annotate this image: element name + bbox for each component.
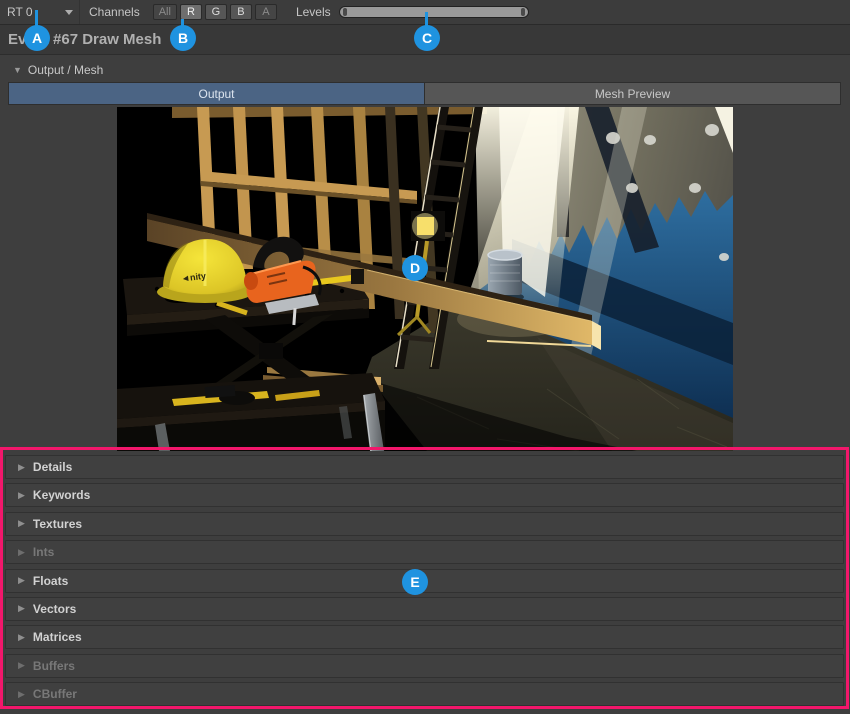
- section-label: Textures: [33, 517, 82, 531]
- toolbar: RT 0 Channels All R G B A Levels: [0, 0, 850, 25]
- render-target-dropdown[interactable]: RT 0: [0, 0, 80, 24]
- levels-slider-max-handle[interactable]: [521, 8, 525, 16]
- preview-tab-bar: Output Mesh Preview: [8, 82, 841, 105]
- channel-button-g[interactable]: G: [205, 4, 227, 20]
- output-mesh-foldout[interactable]: ▼ Output / Mesh: [0, 60, 850, 80]
- render-target-value: RT 0: [7, 5, 33, 19]
- section-cbuffer: ▶ CBuffer: [5, 682, 844, 706]
- output-mesh-foldout-label: Output / Mesh: [28, 63, 103, 77]
- levels-minmax-slider[interactable]: [339, 6, 529, 18]
- section-label: Ints: [33, 545, 54, 559]
- section-details[interactable]: ▶ Details: [5, 455, 844, 479]
- foldout-collapsed-icon: ▶: [18, 463, 25, 472]
- levels-slider-min-handle[interactable]: [343, 8, 347, 16]
- channel-button-all[interactable]: All: [153, 4, 177, 20]
- shader-property-sections: ▶ Details ▶ Keywords ▶ Textures ▶ Ints ▶ Floa…: [5, 455, 844, 711]
- section-keywords[interactable]: ▶ Keywords: [5, 483, 844, 507]
- section-buffers: ▶ Buffers: [5, 654, 844, 678]
- section-floats[interactable]: ▶ Floats: [5, 569, 844, 593]
- section-label: Buffers: [33, 659, 75, 673]
- event-title: Event #67 Draw Mesh: [0, 25, 850, 54]
- section-matrices[interactable]: ▶ Matrices: [5, 625, 844, 649]
- section-label: Matrices: [33, 630, 82, 644]
- foldout-collapsed-icon: ▶: [18, 491, 25, 500]
- foldout-collapsed-icon: ▶: [18, 661, 25, 670]
- foldout-collapsed-icon: ▶: [18, 690, 25, 699]
- channels-label: Channels: [89, 5, 140, 19]
- foldout-collapsed-icon: ▶: [18, 633, 25, 642]
- section-label: Floats: [33, 574, 68, 588]
- channel-button-a[interactable]: A: [255, 4, 277, 20]
- section-label: Keywords: [33, 488, 90, 502]
- section-textures[interactable]: ▶ Textures: [5, 512, 844, 536]
- foldout-collapsed-icon: ▶: [18, 519, 25, 528]
- section-label: CBuffer: [33, 687, 77, 701]
- chevron-down-icon: [65, 10, 73, 15]
- channel-button-b[interactable]: B: [230, 4, 252, 20]
- section-vectors[interactable]: ▶ Vectors: [5, 597, 844, 621]
- tab-mesh-preview[interactable]: Mesh Preview: [425, 83, 840, 104]
- foldout-collapsed-icon: ▶: [18, 576, 25, 585]
- section-ints: ▶ Ints: [5, 540, 844, 564]
- foldout-collapsed-icon: ▶: [18, 604, 25, 613]
- tab-output[interactable]: Output: [9, 83, 424, 104]
- levels-label: Levels: [296, 5, 331, 19]
- section-label: Details: [33, 460, 72, 474]
- section-label: Vectors: [33, 602, 76, 616]
- channel-button-r[interactable]: R: [180, 4, 202, 20]
- foldout-expanded-icon: ▼: [13, 66, 22, 75]
- foldout-collapsed-icon: ▶: [18, 548, 25, 557]
- output-preview-image: ◄nity: [117, 107, 733, 451]
- channel-button-group: All R G B A: [153, 4, 277, 20]
